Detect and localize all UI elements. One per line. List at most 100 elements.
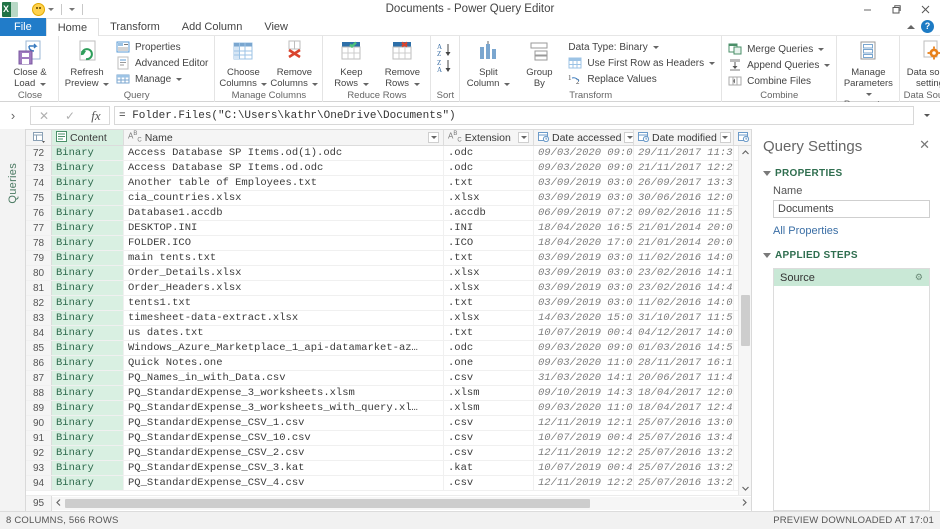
group-by-button[interactable]: Group By (514, 38, 564, 89)
cell-content[interactable]: Binary (52, 476, 124, 490)
tab-add-column[interactable]: Add Column (171, 18, 254, 36)
table-row[interactable]: 74 Binary Another table of Employees.txt .t… (26, 176, 751, 191)
replace-values-button[interactable]: 12 Replace Values (565, 72, 718, 87)
data-source-settings-button[interactable]: Data source settings (903, 38, 940, 89)
table-row[interactable]: 85 Binary Windows_Azure_Marketplace_1_api-… (26, 341, 751, 356)
cell-content[interactable]: Binary (52, 341, 124, 355)
cell-date-accessed[interactable]: 06/09/2019 07:23:… (534, 206, 634, 220)
cell-date-modified[interactable]: 25/07/2016 13:40:… (634, 431, 734, 445)
cell-extension[interactable]: .xlsx (444, 191, 534, 205)
row-number[interactable]: 90 (26, 416, 52, 430)
table-row[interactable]: 84 Binary us dates.txt .txt 10/07/2019 00:4 0… (26, 326, 751, 341)
row-number[interactable]: 73 (26, 161, 52, 175)
cell-name[interactable]: Database1.accdb (124, 206, 444, 220)
cell-content[interactable]: Binary (52, 461, 124, 475)
table-row[interactable]: 75 Binary cia_countries.xlsx .xlsx 03/09/201… (26, 191, 751, 206)
cell-content[interactable]: Binary (52, 296, 124, 310)
cell-date-accessed[interactable]: 09/03/2020 11:00:… (534, 356, 634, 370)
quick-access-toolbar[interactable] (32, 2, 87, 16)
cancel-formula-button[interactable]: ✕ (31, 107, 57, 124)
cell-content[interactable]: Binary (52, 251, 124, 265)
cell-date-modified[interactable]: 31/10/2017 11:55:… (634, 311, 734, 325)
append-queries-button[interactable]: Append Queries (725, 58, 833, 73)
cell-content[interactable]: Binary (52, 326, 124, 340)
cell-date-accessed[interactable]: 09/03/2020 11:00:… (534, 401, 634, 415)
row-number[interactable]: 94 (26, 476, 52, 490)
cell-content[interactable]: Binary (52, 161, 124, 175)
cell-date-modified[interactable]: 25/07/2016 13:27:… (634, 461, 734, 475)
minimize-button[interactable] (853, 0, 882, 18)
table-row[interactable]: 79 Binary main tents.txt .txt 03/09/2019 03:… (26, 251, 751, 266)
cell-name[interactable]: Order_Headers.xlsx (124, 281, 444, 295)
scroll-right-icon[interactable] (738, 499, 751, 508)
cell-date-accessed[interactable]: 09/03/2020 09:03:… (534, 161, 634, 175)
cell-content[interactable]: Binary (52, 431, 124, 445)
row-number[interactable]: 87 (26, 371, 52, 385)
expand-queries-pane-button[interactable]: › (0, 102, 26, 129)
cell-extension[interactable]: .odc (444, 161, 534, 175)
table-row[interactable]: 83 Binary timesheet-data-extract.xlsx .xlsx… (26, 311, 751, 326)
cell-extension[interactable]: .xlsx (444, 281, 534, 295)
cell-name[interactable]: PQ_StandardExpense_CSV_10.csv (124, 431, 444, 445)
cell-content[interactable]: Binary (52, 311, 124, 325)
row-number[interactable]: 78 (26, 236, 52, 250)
cell-date-modified[interactable]: 11/02/2016 14:04:… (634, 251, 734, 265)
restore-button[interactable] (882, 0, 911, 18)
manage-button[interactable]: Manage (113, 72, 211, 87)
cell-extension[interactable]: .xlsx (444, 311, 534, 325)
customize-quick-access-icon[interactable] (32, 2, 45, 16)
row-number[interactable]: 92 (26, 446, 52, 460)
cell-date-accessed[interactable]: 03/09/2019 03:09:… (534, 281, 634, 295)
cell-date-modified[interactable]: 23/02/2016 14:11:… (634, 266, 734, 280)
table-row[interactable]: 92 Binary PQ_StandardExpense_CSV_2.csv .csv… (26, 446, 751, 461)
scroll-down-icon[interactable] (739, 482, 752, 495)
cell-date-modified[interactable]: 29/11/2017 11:36:… (634, 146, 734, 160)
column-filter-name-button[interactable] (428, 132, 439, 143)
table-row[interactable]: 80 Binary Order_Details.xlsx .xlsx 03/09/201… (26, 266, 751, 281)
column-header-name[interactable]: ABC Name (124, 130, 444, 145)
cell-extension[interactable]: .csv (444, 431, 534, 445)
row-number[interactable]: 83 (26, 311, 52, 325)
cell-date-modified[interactable]: 25/07/2016 13:07:… (634, 416, 734, 430)
cell-name[interactable]: PQ_StandardExpense_CSV_1.csv (124, 416, 444, 430)
applied-step-source[interactable]: Source ⚙ (774, 269, 929, 286)
cell-content[interactable]: Binary (52, 281, 124, 295)
advanced-editor-button[interactable]: Advanced Editor (113, 56, 211, 71)
cell-date-accessed[interactable]: 18/04/2020 17:00:… (534, 236, 634, 250)
cell-extension[interactable]: .accdb (444, 206, 534, 220)
scroll-thumb[interactable] (741, 294, 750, 347)
formula-expand-icon[interactable] (918, 106, 934, 125)
cell-extension[interactable]: .odc (444, 146, 534, 160)
table-row[interactable]: 76 Binary Database1.accdb .accdb 06/09/2019 … (26, 206, 751, 221)
cell-extension[interactable]: .INI (444, 221, 534, 235)
row-number[interactable]: 93 (26, 461, 52, 475)
cell-extension[interactable]: .csv (444, 371, 534, 385)
cell-content[interactable]: Binary (52, 356, 124, 370)
cell-date-modified[interactable]: 21/01/2014 20:07:… (634, 236, 734, 250)
qat-overflow-icon[interactable] (69, 7, 75, 11)
tab-transform[interactable]: Transform (99, 18, 171, 36)
column-filter-date-accessed-button[interactable] (624, 132, 633, 143)
row-number[interactable]: 86 (26, 356, 52, 370)
row-number[interactable]: 81 (26, 281, 52, 295)
cell-content[interactable]: Binary (52, 191, 124, 205)
refresh-preview-button[interactable]: Refresh Preview (62, 38, 112, 89)
cell-extension[interactable]: .xlsx (444, 266, 534, 280)
tab-view[interactable]: View (253, 18, 299, 36)
cell-date-modified[interactable]: 28/11/2017 16:14:… (634, 356, 734, 370)
remove-rows-button[interactable]: Remove Rows (377, 38, 427, 89)
cell-name[interactable]: Quick Notes.one (124, 356, 444, 370)
collapse-ribbon-icon[interactable] (907, 24, 915, 29)
gear-icon[interactable]: ⚙ (915, 272, 923, 283)
cell-extension[interactable]: .csv (444, 476, 534, 490)
cell-date-modified[interactable]: 01/03/2016 14:56:… (634, 341, 734, 355)
cell-content[interactable]: Binary (52, 206, 124, 220)
cell-name[interactable]: PQ_Names_in_with_Data.csv (124, 371, 444, 385)
cell-date-modified[interactable]: 04/12/2017 14:03:… (634, 326, 734, 340)
cell-extension[interactable]: .txt (444, 326, 534, 340)
table-row[interactable]: 72 Binary Access Database SP Items.od(1).o… (26, 146, 751, 161)
data-type-button[interactable]: Data Type: Binary (565, 40, 718, 55)
cell-extension[interactable]: .odc (444, 341, 534, 355)
table-row[interactable]: 78BinaryFOLDER.ICO.ICO18/04/2020 17:00:…… (26, 236, 751, 251)
cell-date-modified[interactable]: 21/11/2017 12:24:… (634, 161, 734, 175)
